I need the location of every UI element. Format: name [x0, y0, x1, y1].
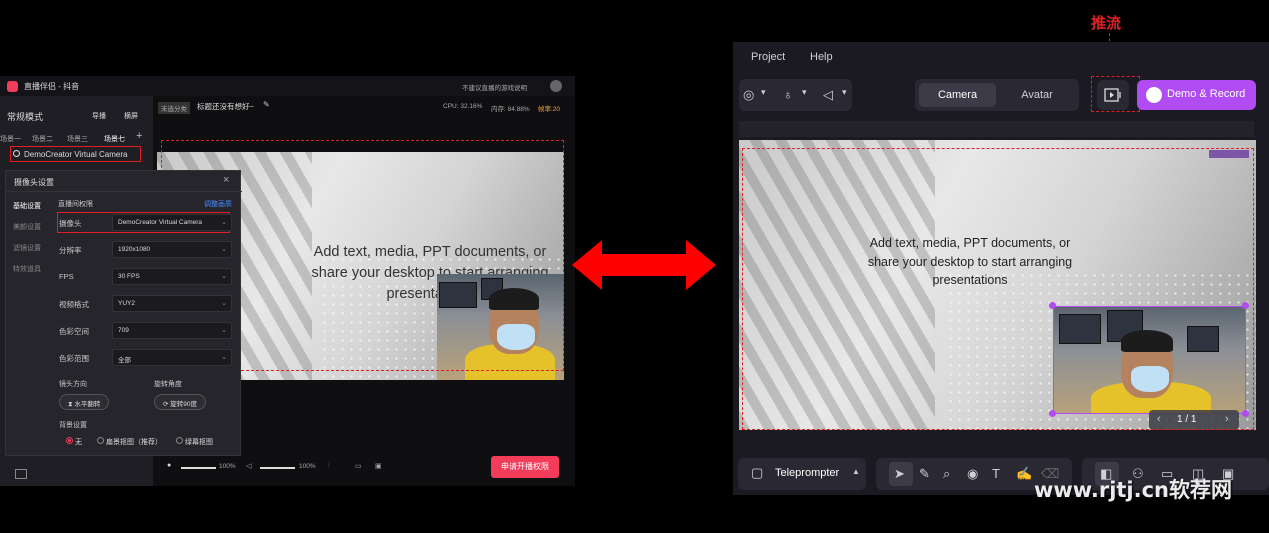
- microphone-icon[interactable]: ♁: [783, 87, 793, 102]
- add-scene-button[interactable]: +: [136, 130, 142, 142]
- capture-area-highlight: [742, 148, 1254, 430]
- search-icon[interactable]: ⌕: [943, 466, 950, 482]
- focus-icon[interactable]: ◉: [967, 466, 978, 482]
- title-bar: 直播伴侣 - 抖音 不建议直播的游戏说明: [0, 76, 575, 96]
- tab-avatar[interactable]: Avatar: [999, 83, 1075, 107]
- teleprompter-button[interactable]: ▢ Teleprompter ▲: [738, 458, 866, 490]
- pen-icon[interactable]: ✎: [919, 466, 930, 482]
- cpu-stat: CPU: 32.16%: [443, 103, 483, 110]
- scene-tab-2[interactable]: 场景二: [32, 134, 53, 144]
- stream-button-highlight: [1091, 76, 1140, 112]
- landscape-button[interactable]: 横屏: [124, 111, 138, 121]
- camera-select[interactable]: DemoCreator Virtual Camera ⌄: [112, 214, 232, 231]
- layout-icon[interactable]: [15, 469, 27, 479]
- bg-option-greenscreen[interactable]: 绿幕抠图: [176, 437, 213, 447]
- speaker-icon[interactable]: ◁: [823, 87, 833, 103]
- mixer-icon[interactable]: ⫶: [328, 462, 330, 470]
- webcam-icon[interactable]: ◎: [743, 87, 754, 103]
- pointer-icon: ➤: [894, 466, 905, 481]
- bidirectional-arrow-icon: [572, 240, 716, 290]
- source-item-label: DemoCreator Virtual Camera: [24, 150, 128, 159]
- resolution-label: 分辨率: [59, 246, 82, 255]
- rotation-label: 旋转角度: [154, 381, 182, 388]
- color-range-select[interactable]: 全部 ⌄: [112, 349, 232, 366]
- screen-icon[interactable]: ▭: [355, 462, 362, 470]
- camera-label: 摄像头: [59, 219, 82, 228]
- color-space-label: 色彩空间: [59, 327, 89, 336]
- app-logo-icon: [7, 81, 18, 92]
- scene-tab-1[interactable]: 场景一: [0, 134, 21, 144]
- mem-stat: 内存: 84.88%: [491, 106, 530, 113]
- flip-icon: ⧗: [68, 401, 73, 408]
- app-title: 直播伴侣 - 抖音: [24, 82, 80, 91]
- source-item-highlight[interactable]: DemoCreator Virtual Camera: [10, 146, 141, 162]
- select-tool[interactable]: ➤: [889, 462, 913, 486]
- chevron-up-icon: ▲: [852, 467, 860, 476]
- chevron-down-icon[interactable]: ▾: [802, 87, 807, 98]
- resolution-select[interactable]: 1920x1080 ⌄: [112, 241, 232, 258]
- democreator-window: Project Help ◎ ▾ ♁ ▾ ◁ ▾ Camera Avatar D…: [733, 42, 1269, 495]
- adjust-quality-link[interactable]: 调整画质: [204, 199, 232, 209]
- background-label: 背景设置: [59, 422, 87, 429]
- camera-source-icon: [13, 150, 20, 157]
- nav-basic[interactable]: 基础设置: [13, 201, 41, 211]
- color-range-label: 色彩范围: [59, 354, 89, 363]
- edit-icon[interactable]: ✎: [263, 100, 270, 109]
- tab-camera[interactable]: Camera: [919, 83, 996, 107]
- bg-option-cutout[interactable]: 扁景抠图（推荐）: [97, 437, 162, 447]
- avatar[interactable]: [550, 80, 562, 92]
- scene-tab-3[interactable]: 场景三: [67, 134, 88, 144]
- mic-volume-value: 100%: [219, 463, 236, 470]
- push-stream-annotation: 推流: [1091, 14, 1122, 32]
- speaker-volume-slider[interactable]: [260, 467, 295, 469]
- chevron-down-icon[interactable]: ▾: [842, 87, 847, 98]
- color-space-select[interactable]: 709 ⌄: [112, 322, 232, 339]
- demo-record-button[interactable]: Demo & Record: [1137, 80, 1256, 110]
- nav-effects[interactable]: 特效道具: [13, 264, 41, 274]
- scene-tab-7[interactable]: 场景七: [104, 134, 125, 144]
- rotate-button[interactable]: ⟳ 旋转90度: [154, 394, 206, 410]
- text-icon[interactable]: T: [992, 466, 1000, 481]
- apply-live-permission-button[interactable]: 申请开播权限: [491, 456, 559, 478]
- section-label: 直播间权限: [58, 201, 93, 208]
- video-format-label: 视频格式: [59, 300, 89, 309]
- close-icon[interactable]: ×: [223, 174, 229, 186]
- mic-volume-slider[interactable]: [181, 467, 216, 469]
- category-tag[interactable]: 未选分类: [158, 102, 190, 114]
- nav-filter[interactable]: 滤镜设置: [13, 243, 41, 253]
- nav-beauty[interactable]: 美颜设置: [13, 222, 41, 232]
- record-icon: [1146, 87, 1162, 103]
- watermark: www.rjtj.cn软荐网: [1034, 478, 1233, 502]
- note-icon[interactable]: ✍: [1016, 466, 1032, 482]
- dialog-title: 摄像头设置: [14, 178, 54, 187]
- mirror-button[interactable]: ⧗ 水平翻转: [59, 394, 110, 410]
- fps-stat: 帧率:20: [538, 106, 561, 113]
- menu-help[interactable]: Help: [810, 51, 833, 63]
- menu-project[interactable]: Project: [751, 51, 785, 63]
- camera-settings-dialog: 摄像头设置 × 基础设置 美颜设置 滤镜设置 特效道具 直播间权限 调整画质 摄…: [5, 170, 242, 456]
- rotate-icon: ⟳: [163, 401, 169, 408]
- mode-tabs: Camera Avatar: [915, 79, 1079, 111]
- bg-option-none[interactable]: 无: [66, 437, 82, 447]
- device-controls: ◎ ▾ ♁ ▾ ◁ ▾: [739, 79, 852, 111]
- chevron-down-icon[interactable]: ▾: [761, 87, 766, 98]
- mic-icon[interactable]: ●: [167, 462, 171, 469]
- chat-icon: ▢: [751, 465, 764, 480]
- fps-label: FPS: [59, 272, 74, 281]
- speaker-icon[interactable]: ◁: [246, 462, 251, 470]
- fps-select[interactable]: 30 FPS ⌄: [112, 268, 232, 285]
- canvas-top-bar: [739, 121, 1254, 137]
- director-button[interactable]: 导播: [92, 111, 106, 121]
- stream-title[interactable]: 标题还没有想好~: [197, 101, 254, 112]
- game-notice-link[interactable]: 不建议直播的游戏说明: [462, 82, 527, 92]
- livestream-companion-window: 直播伴侣 - 抖音 不建议直播的游戏说明 常规模式 导播 横屏 场景一 场景二 …: [0, 76, 575, 486]
- lens-direction-label: 镜头方向: [59, 381, 87, 388]
- mode-selector[interactable]: 常规模式: [7, 110, 43, 123]
- speaker-volume-value: 100%: [299, 463, 316, 470]
- video-format-select[interactable]: YUY2 ⌄: [112, 295, 232, 312]
- camera-icon[interactable]: ▣: [375, 462, 382, 470]
